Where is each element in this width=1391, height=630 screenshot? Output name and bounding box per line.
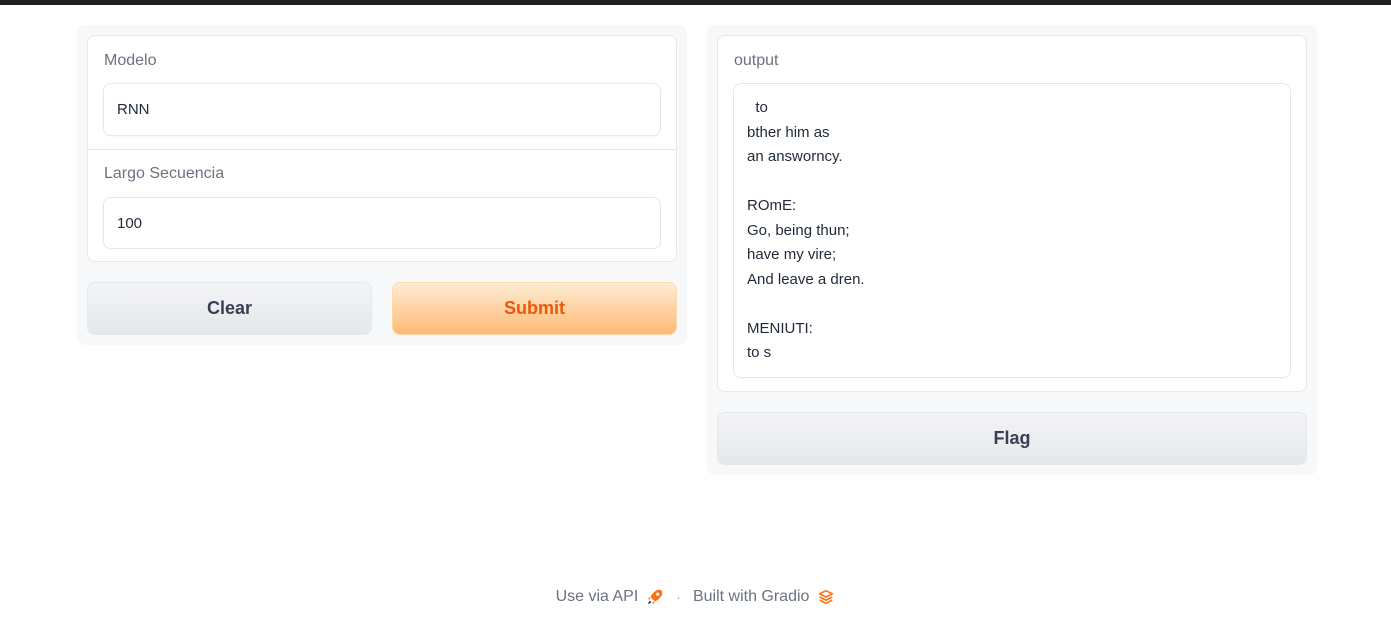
largo-secuencia-input[interactable]: 100 (103, 197, 661, 249)
input-panel: Modelo RNN Largo Secuencia 100 Clear Sub… (77, 25, 687, 345)
divider (88, 149, 676, 150)
flag-button[interactable]: Flag (717, 412, 1307, 465)
output-card: output to bther him as an answorncy. ROm… (717, 35, 1307, 392)
top-bar (0, 0, 1391, 5)
output-label: output (734, 52, 779, 69)
output-panel: output to bther him as an answorncy. ROm… (707, 25, 1317, 475)
output-textbox[interactable]: to bther him as an answorncy. ROmE: Go, … (733, 83, 1291, 378)
submit-button[interactable]: Submit (392, 282, 677, 335)
inputs-card: Modelo RNN Largo Secuencia 100 (87, 35, 677, 262)
use-via-api-label: Use via API (555, 588, 639, 605)
modelo-label: Modelo (104, 52, 157, 69)
rocket-icon (648, 589, 663, 605)
footer: Use via API · Built with Gradio (0, 585, 1391, 609)
use-via-api-link[interactable]: Use via API (556, 588, 665, 606)
footer-separator: · (676, 589, 681, 605)
largo-secuencia-label: Largo Secuencia (104, 165, 225, 182)
built-with-gradio-link[interactable]: Built with Gradio (693, 588, 836, 606)
built-with-gradio-label: Built with Gradio (692, 588, 810, 605)
clear-button[interactable]: Clear (87, 282, 372, 335)
modelo-input[interactable]: RNN (103, 83, 661, 136)
gradio-logo-icon (819, 589, 834, 605)
